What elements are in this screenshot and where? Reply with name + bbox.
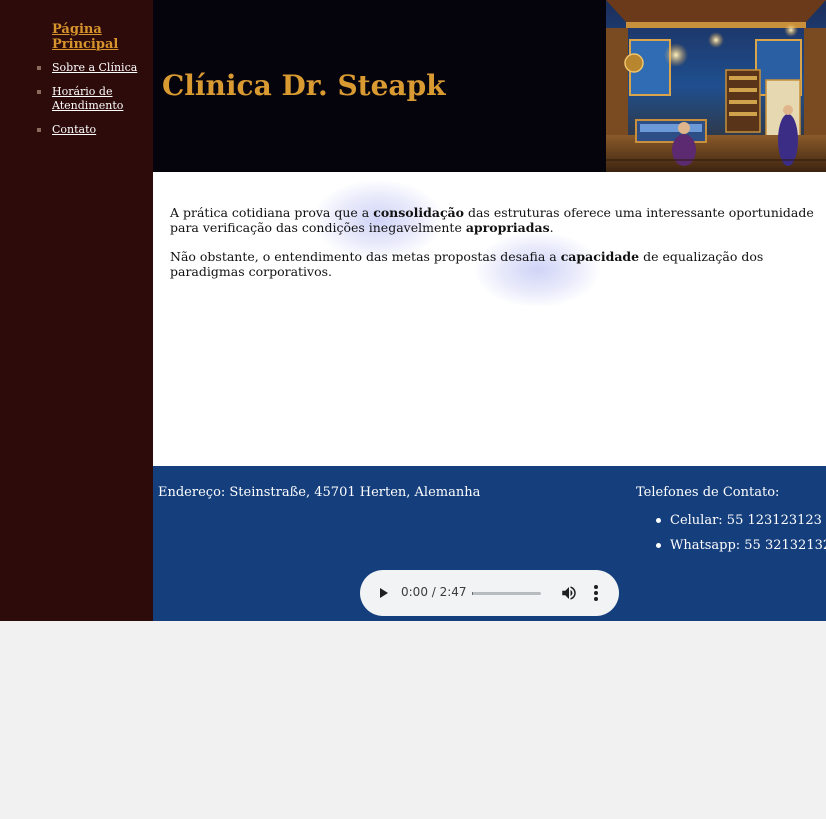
nav-item-contact: Contato	[0, 123, 153, 137]
sidebar-nav: Página Principal Sobre a Clínica Horário…	[0, 0, 153, 621]
keyword-consolidacao: consolidação	[373, 205, 464, 220]
page-header: Clínica Dr. Steapk	[153, 0, 826, 172]
nav-item-home: Página Principal	[0, 22, 153, 52]
audio-seek-bar[interactable]	[472, 592, 541, 595]
keyword-capacidade: capacidade	[560, 249, 640, 264]
volume-icon[interactable]	[560, 584, 578, 602]
nav-list: Página Principal Sobre a Clínica Horário…	[0, 22, 153, 147]
clinic-interior-image	[606, 0, 826, 172]
more-options-icon[interactable]	[593, 585, 599, 601]
page-footer: Endereço: Steinstraße, 45701 Herten, Ale…	[153, 466, 826, 621]
contact-phones: Telefones de Contato: Celular: 55 123123…	[636, 485, 826, 558]
main-content: A prática cotidiana prova que a consolid…	[153, 172, 826, 466]
nav-link-home[interactable]: Página Principal	[52, 22, 118, 52]
audio-seek-fill	[472, 592, 474, 595]
phone-list: Celular: 55 123123123 Whatsapp: 55 32132…	[636, 508, 826, 558]
site-title: Clínica Dr. Steapk	[162, 69, 446, 102]
keyword-apropriadas: apropriadas	[465, 220, 550, 235]
nav-item-hours: Horário de Atendimento	[0, 85, 153, 113]
empty-page-area	[0, 621, 826, 819]
nav-link-about[interactable]: Sobre a Clínica	[52, 61, 137, 74]
contacts-title: Telefones de Contato:	[636, 485, 780, 500]
content-paragraph-2: Não obstante, o entendimento das metas p…	[170, 249, 764, 279]
audio-time-display: 0:00 / 2:47	[401, 585, 467, 599]
play-icon[interactable]	[380, 588, 388, 598]
content-paragraph-1: A prática cotidiana prova que a consolid…	[170, 205, 814, 235]
audio-player[interactable]: 0:00 / 2:47	[360, 570, 619, 616]
nav-link-hours[interactable]: Horário de Atendimento	[52, 85, 123, 112]
address-text: Endereço: Steinstraße, 45701 Herten, Ale…	[158, 485, 481, 500]
nav-item-about: Sobre a Clínica	[0, 61, 153, 75]
phone-whatsapp: Whatsapp: 55 321321321	[636, 533, 826, 558]
page: Página Principal Sobre a Clínica Horário…	[0, 0, 826, 621]
phone-mobile: Celular: 55 123123123	[636, 508, 826, 533]
nav-link-contact[interactable]: Contato	[52, 123, 96, 136]
